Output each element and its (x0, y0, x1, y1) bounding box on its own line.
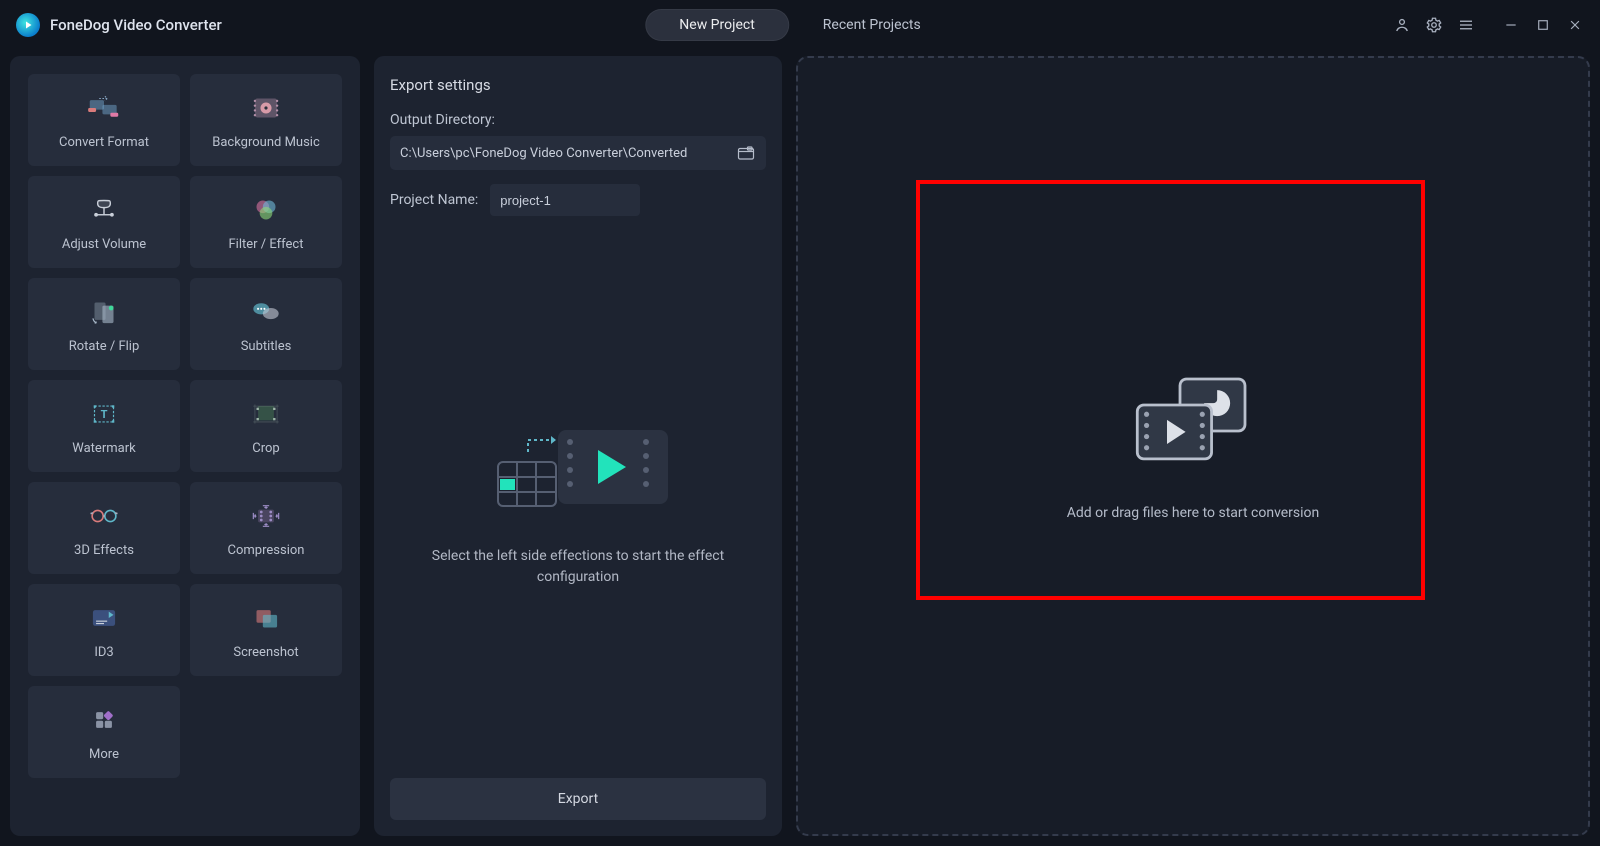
export-settings-title: Export settings (390, 76, 766, 94)
tile-label: Adjust Volume (62, 237, 146, 252)
tool-sidebar: Convert Format Background Music Adjust V… (10, 56, 360, 836)
maximize-button[interactable] (1534, 16, 1552, 34)
output-dir-label: Output Directory: (390, 112, 766, 128)
tile-id3[interactable]: ID3 (28, 584, 180, 676)
project-name-input[interactable] (490, 184, 640, 216)
tile-label: Screenshot (233, 645, 298, 660)
tile-label: Filter / Effect (229, 237, 304, 252)
filter-effect-icon (246, 193, 286, 227)
account-icon[interactable] (1392, 15, 1412, 35)
export-settings-panel: Export settings Output Directory: C:\Use… (374, 56, 782, 836)
output-directory-value: C:\Users\pc\FoneDog Video Converter\Conv… (400, 146, 687, 161)
tile-compression[interactable]: Compression (190, 482, 342, 574)
tile-label: Background Music (212, 135, 320, 150)
export-button[interactable]: Export (390, 778, 766, 820)
adjust-volume-icon (84, 193, 124, 227)
rotate-flip-icon (84, 295, 124, 329)
crop-icon (246, 397, 286, 431)
minimize-button[interactable] (1502, 16, 1520, 34)
tile-rotate-flip[interactable]: Rotate / Flip (28, 278, 180, 370)
tab-new-project[interactable]: New Project (645, 9, 789, 41)
convert-format-icon (84, 91, 124, 125)
background-music-icon (246, 91, 286, 125)
watermark-icon: T (84, 397, 124, 431)
id3-icon (84, 601, 124, 635)
more-icon (84, 703, 124, 737)
tile-label: 3D Effects (74, 543, 134, 558)
drop-text: Add or drag files here to start conversi… (1067, 505, 1320, 521)
tile-adjust-volume[interactable]: Adjust Volume (28, 176, 180, 268)
app-logo-icon (16, 13, 40, 37)
effect-placeholder-text: Select the left side effections to start… (428, 546, 728, 588)
screenshot-icon (246, 601, 286, 635)
drop-media-icon (1128, 371, 1258, 465)
tile-convert-format[interactable]: Convert Format (28, 74, 180, 166)
tile-label: ID3 (94, 645, 113, 660)
svg-text:T: T (101, 407, 108, 420)
menu-icon[interactable] (1456, 15, 1476, 35)
effect-placeholder-icon (478, 412, 678, 522)
tile-watermark[interactable]: T Watermark (28, 380, 180, 472)
tile-3d-effects[interactable]: 3D Effects (28, 482, 180, 574)
tile-more[interactable]: More (28, 686, 180, 778)
subtitles-icon (246, 295, 286, 329)
3d-effects-icon (84, 499, 124, 533)
tab-recent-projects[interactable]: Recent Projects (789, 9, 955, 41)
tile-filter-effect[interactable]: Filter / Effect (190, 176, 342, 268)
tile-label: Convert Format (59, 135, 149, 150)
tab-group: New Project Recent Projects (645, 9, 954, 41)
tile-crop[interactable]: Crop (190, 380, 342, 472)
app-title: FoneDog Video Converter (50, 16, 222, 34)
titlebar: FoneDog Video Converter New Project Rece… (0, 0, 1600, 50)
effect-placeholder-area: Select the left side effections to start… (390, 236, 766, 764)
tile-screenshot[interactable]: Screenshot (190, 584, 342, 676)
titlebar-right (1392, 15, 1584, 35)
tile-label: Subtitles (241, 339, 292, 354)
tile-background-music[interactable]: Background Music (190, 74, 342, 166)
compression-icon (246, 499, 286, 533)
tile-label: Watermark (72, 441, 135, 456)
close-button[interactable] (1566, 16, 1584, 34)
browse-folder-icon[interactable] (736, 144, 756, 162)
window-controls (1502, 16, 1584, 34)
tile-label: Rotate / Flip (69, 339, 140, 354)
tile-label: More (89, 747, 119, 762)
output-directory-input[interactable]: C:\Users\pc\FoneDog Video Converter\Conv… (390, 136, 766, 170)
tile-label: Compression (228, 543, 305, 558)
project-name-label: Project Name: (390, 192, 478, 208)
tile-subtitles[interactable]: Subtitles (190, 278, 342, 370)
file-drop-area[interactable]: Add or drag files here to start conversi… (796, 56, 1590, 836)
tile-label: Crop (252, 441, 279, 456)
settings-icon[interactable] (1424, 15, 1444, 35)
